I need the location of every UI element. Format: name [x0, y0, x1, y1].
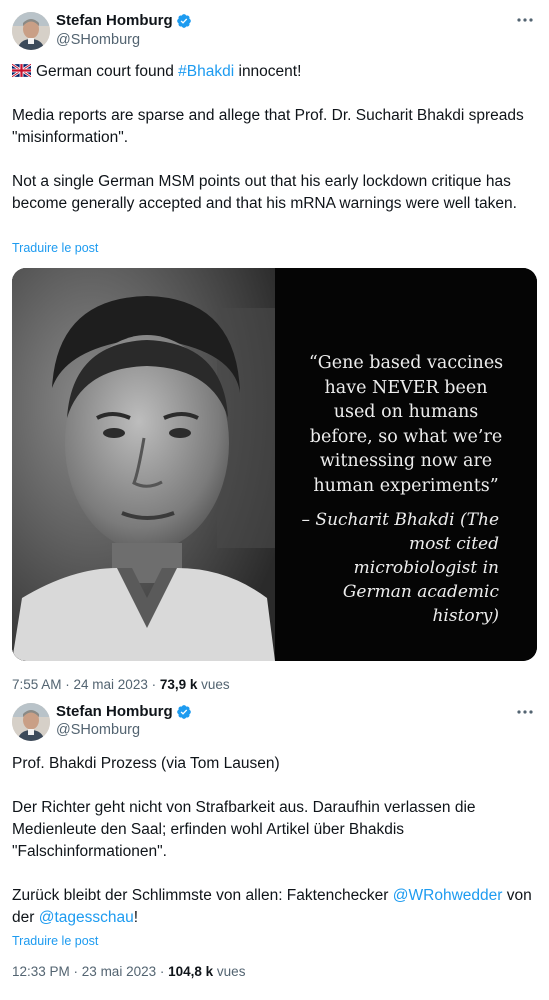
tweet-date[interactable]: 24 mai 2023 — [74, 677, 148, 692]
more-options-icon[interactable] — [515, 702, 535, 722]
avatar[interactable] — [12, 12, 50, 50]
translate-link[interactable]: Traduire le post — [12, 934, 98, 948]
text-segment: Zurück bleibt der Schlimmste von allen: … — [12, 887, 393, 904]
tweet-time[interactable]: 7:55 AM — [12, 677, 62, 692]
author-handle[interactable]: @SHomburg — [56, 722, 140, 738]
text-segment: ! — [133, 909, 139, 926]
mention-link[interactable]: @tagesschau — [39, 909, 134, 926]
quote-attribution: – Sucharit Bhakdi (The most cited microb… — [301, 510, 499, 626]
tweet-2: Stefan Homburg @SHomburg Prof. Bhakdi Pr… — [0, 700, 549, 1000]
author-name[interactable]: Stefan Homburg — [56, 12, 173, 29]
tweet-paragraph-2: Der Richter geht nicht von Strafbarkeit … — [12, 799, 480, 860]
tweet-paragraph-3: Not a single German MSM points out that … — [12, 173, 517, 212]
tweet-date[interactable]: 23 mai 2023 — [82, 964, 156, 979]
tweet-1: Stefan Homburg @SHomburg German court fo… — [0, 0, 549, 700]
verified-badge-icon — [176, 13, 191, 28]
tweet-paragraph-1: Prof. Bhakdi Prozess (via Tom Lausen) — [12, 755, 280, 772]
tweet-paragraph-3: Zurück bleibt der Schlimmste von allen: … — [12, 885, 537, 929]
quote-text: “Gene based vaccines have NEVER been use… — [308, 353, 504, 496]
tweet-metadata: 12:33 PM · 23 mai 2023 · 104,8 k vues — [12, 964, 246, 979]
avatar[interactable] — [12, 703, 50, 741]
uk-flag-icon — [12, 64, 31, 77]
portrait-photo — [12, 268, 275, 661]
tweet-line-1: German court found #Bhakdi innocent! — [12, 61, 537, 83]
tweet-time[interactable]: 12:33 PM — [12, 964, 70, 979]
text-segment: innocent! — [234, 63, 302, 80]
views-label: vues — [216, 964, 246, 979]
author-row: Stefan Homburg — [56, 703, 192, 720]
translate-link[interactable]: Traduire le post — [12, 241, 98, 255]
views-label: vues — [201, 677, 230, 692]
quote-panel: “Gene based vaccines have NEVER been use… — [275, 268, 537, 661]
tweet-image[interactable]: “Gene based vaccines have NEVER been use… — [12, 268, 537, 661]
portrait-illustration — [12, 268, 275, 661]
author-handle[interactable]: @SHomburg — [56, 32, 140, 48]
more-options-icon[interactable] — [515, 10, 535, 30]
tweet-text: Prof. Bhakdi Prozess (via Tom Lausen) De… — [12, 753, 537, 929]
verified-badge-icon — [176, 704, 191, 719]
text-segment: German court found — [36, 63, 179, 80]
views-count: 104,8 k — [168, 964, 214, 979]
hashtag-link[interactable]: #Bhakdi — [178, 63, 234, 80]
tweet-metadata: 7:55 AM · 24 mai 2023 · 73,9 k vues — [12, 677, 230, 692]
author-row: Stefan Homburg — [56, 12, 192, 29]
views-count: 73,9 k — [159, 677, 198, 692]
tweet-text: German court found #Bhakdi innocent! Med… — [12, 61, 537, 215]
author-name[interactable]: Stefan Homburg — [56, 703, 173, 720]
mention-link[interactable]: @WRohwedder — [393, 887, 503, 904]
tweet-paragraph-2: Media reports are sparse and allege that… — [12, 107, 529, 146]
